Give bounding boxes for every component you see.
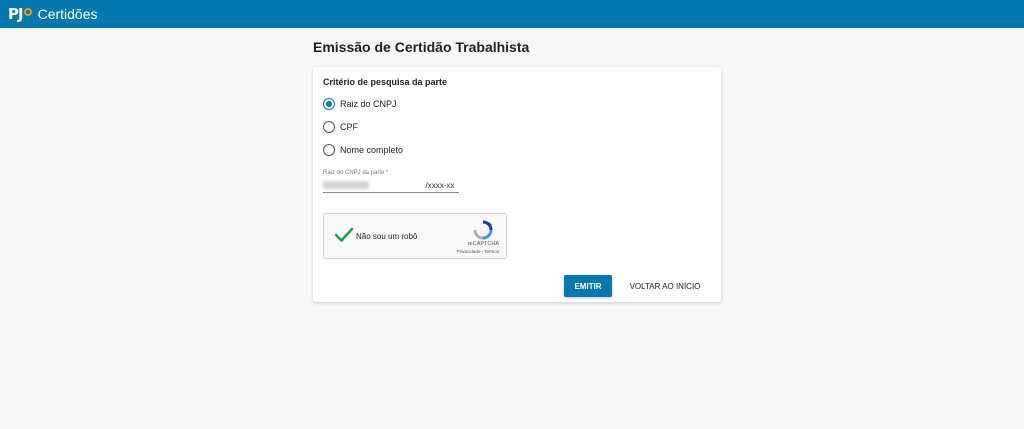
checkmark-icon[interactable] <box>334 226 354 249</box>
redacted-value <box>323 181 369 189</box>
radio-nome-completo[interactable]: Nome completo <box>323 144 403 156</box>
radio-raiz-cnpj[interactable]: Raiz do CNPJ <box>323 98 397 110</box>
radio-unchecked-icon <box>323 121 335 133</box>
logo-text: PJ <box>8 5 24 23</box>
cnpj-field-label: Raiz do CNPJ da parte * <box>323 170 389 176</box>
top-navigation-bar: PJ Certidões <box>0 0 1024 28</box>
search-form-card: Critério de pesquisa da parte Raiz do CN… <box>313 67 721 302</box>
logo-e-icon <box>23 8 32 16</box>
voltar-button[interactable]: VOLTAR AO INÍCIO <box>621 275 709 297</box>
radio-unchecked-icon <box>323 144 335 156</box>
emitir-button[interactable]: EMITIR <box>564 275 612 297</box>
cnpj-suffix: /xxxx-xx <box>421 179 459 193</box>
radio-checked-icon <box>323 98 335 110</box>
recaptcha-widget: Não sou um robô reCAPTCHA Privacidade - … <box>323 213 507 259</box>
page-title: Emissão de Certidão Trabalhista <box>313 39 530 55</box>
radio-label: Raiz do CNPJ <box>340 99 397 109</box>
radio-cpf[interactable]: CPF <box>323 121 358 133</box>
radio-label: Nome completo <box>340 145 404 155</box>
recaptcha-label: Não sou um robô <box>356 232 418 241</box>
radio-label: CPF <box>340 122 358 132</box>
pje-logo[interactable]: PJ <box>8 0 32 28</box>
app-title: Certidões <box>37 6 98 22</box>
section-title: Critério de pesquisa da parte <box>323 77 448 87</box>
recaptcha-brand: reCAPTCHA <box>467 241 499 247</box>
recaptcha-links[interactable]: Privacidade - Termos <box>457 249 499 254</box>
